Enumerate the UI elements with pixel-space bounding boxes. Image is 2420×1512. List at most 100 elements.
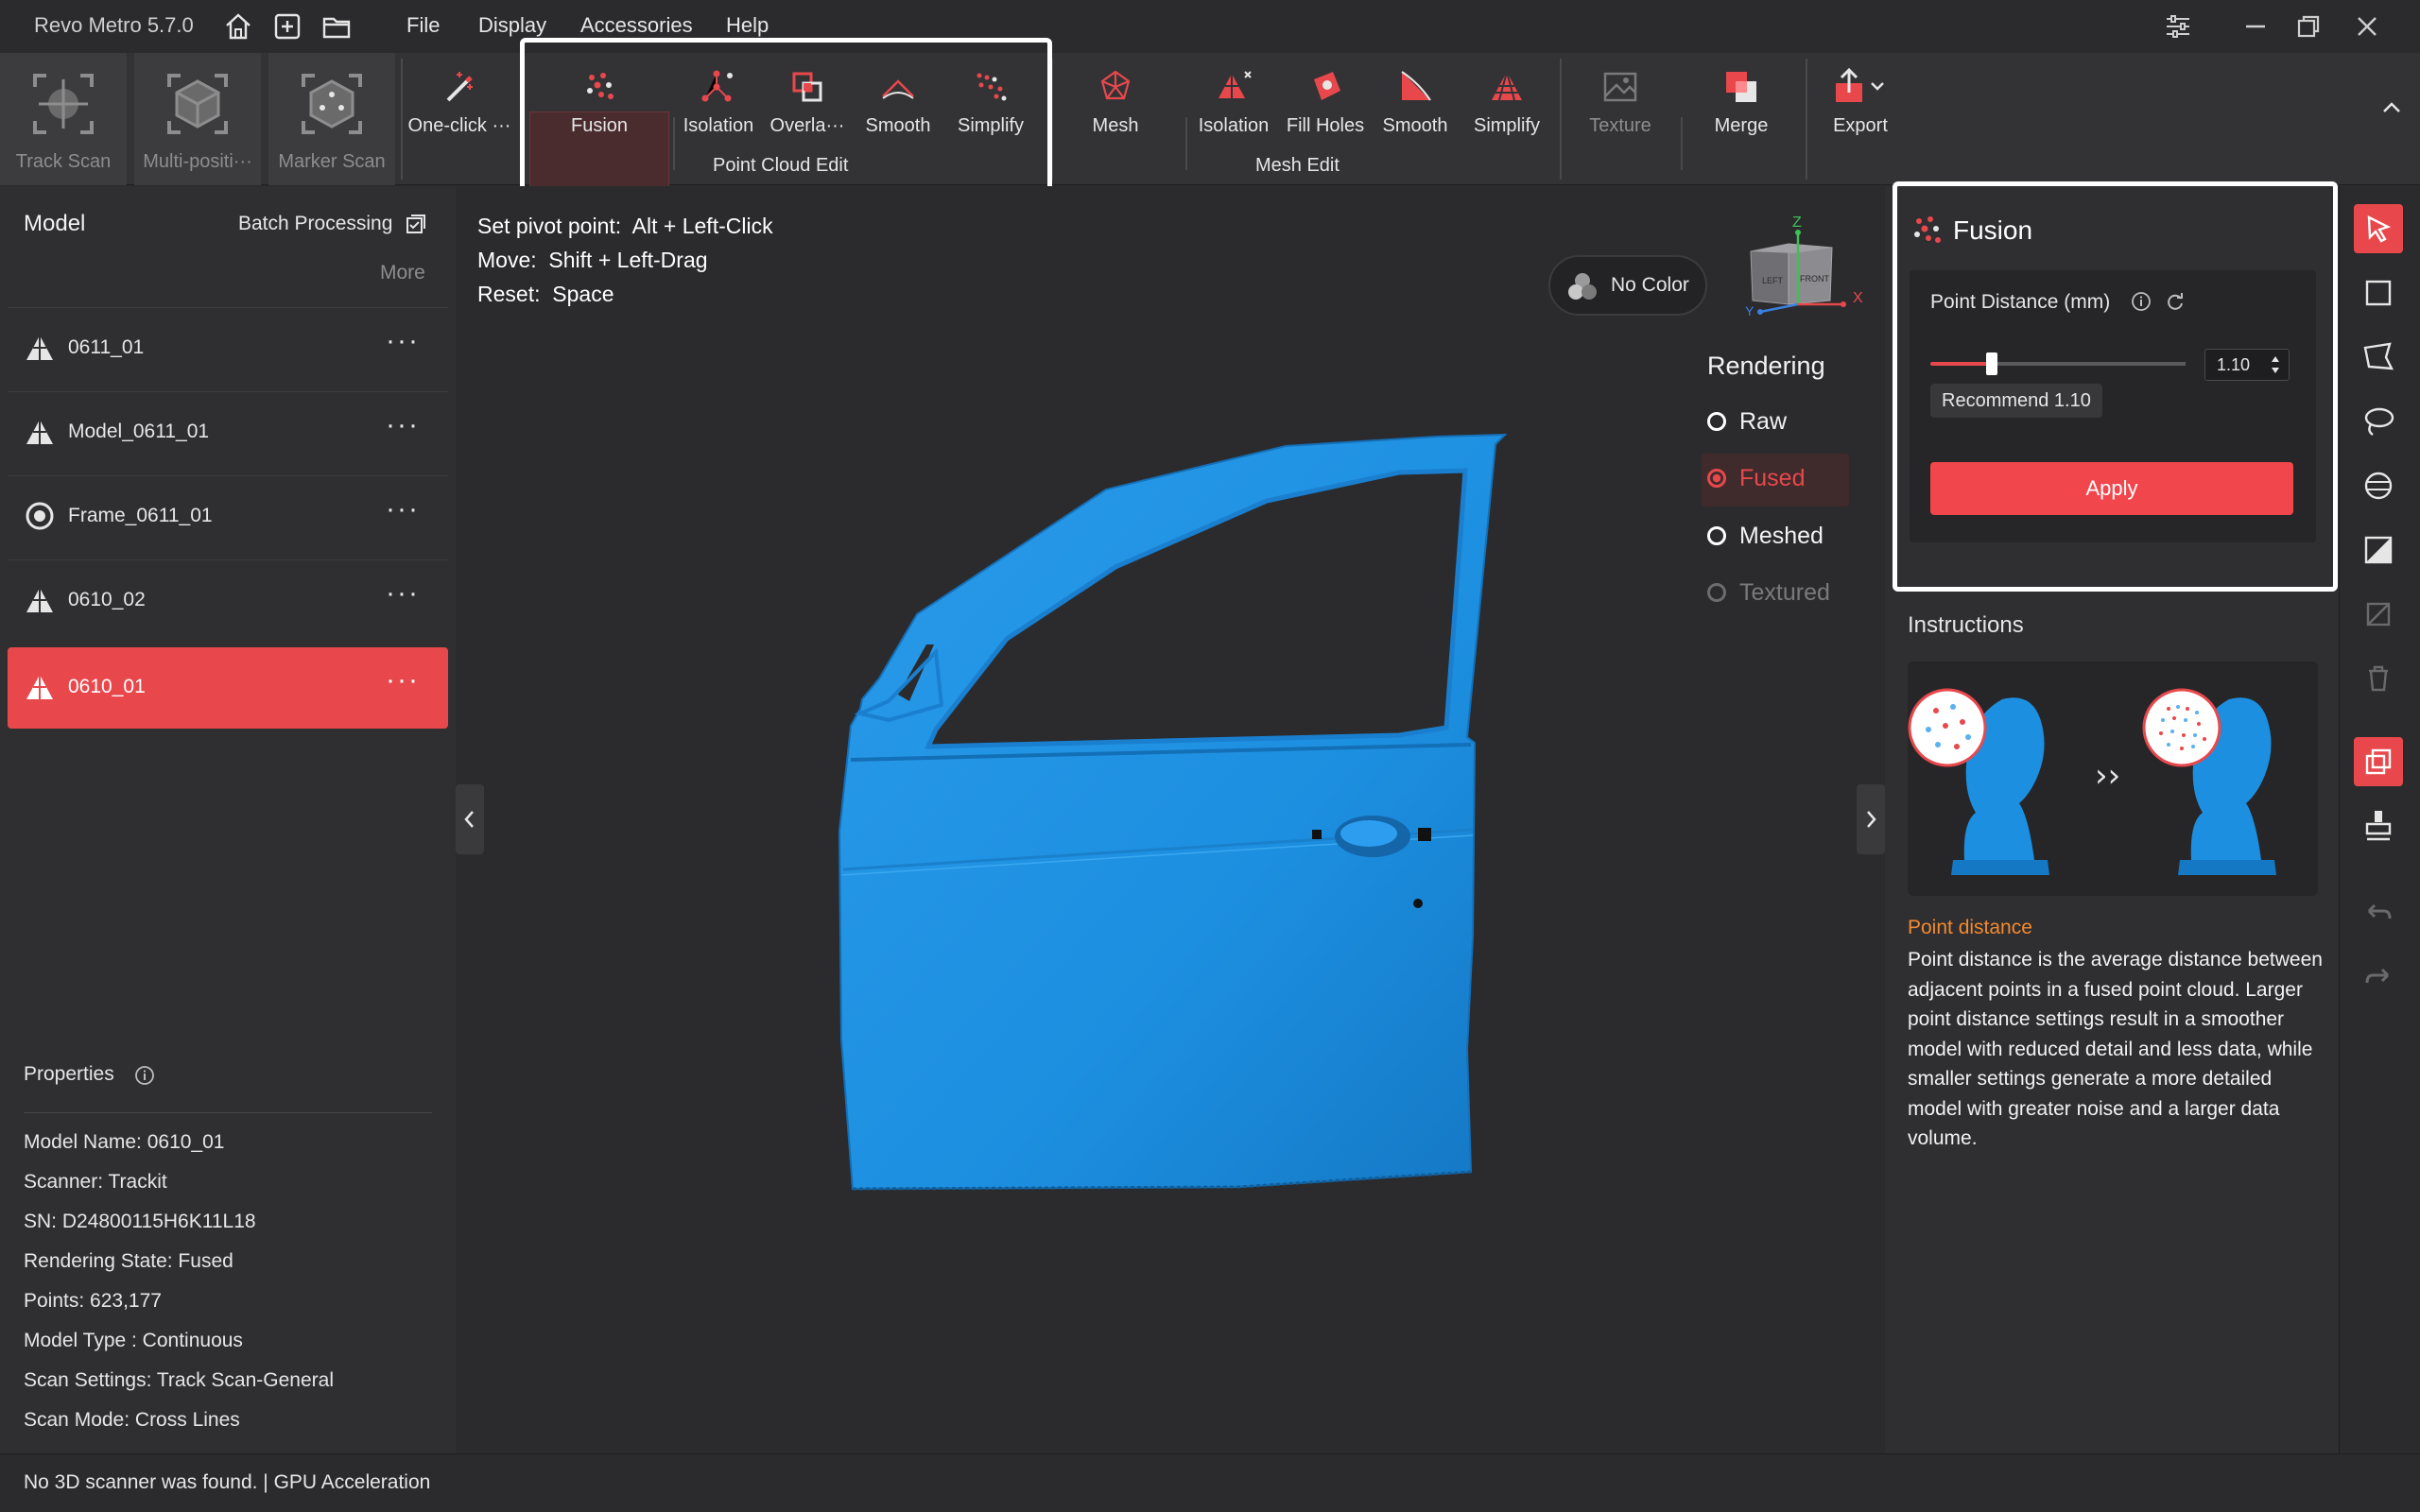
rendering-raw-option[interactable]: Raw	[1707, 397, 1849, 450]
rectangle-select-button[interactable]	[2354, 268, 2403, 318]
point-distance-value[interactable]: 1.10	[2217, 355, 2250, 375]
model-row-menu-button[interactable]: ···	[386, 664, 420, 696]
model-row-menu-button[interactable]: ···	[386, 577, 420, 610]
mesh-simplify-tool-button[interactable]: Simplify	[1461, 53, 1552, 185]
invert-select-button[interactable]	[2354, 525, 2403, 575]
home-icon[interactable]	[223, 11, 253, 42]
model-name: 0610_02	[68, 589, 146, 610]
merge-button[interactable]: Merge	[1696, 53, 1787, 185]
collapse-right-panel-button[interactable]	[1857, 784, 1885, 854]
new-project-icon[interactable]	[272, 11, 302, 42]
mesh-simplify-icon	[1492, 71, 1522, 101]
texture-label: Texture	[1589, 115, 1651, 136]
track-scan-button[interactable]: Track Scan	[0, 53, 127, 185]
brush-clean-icon	[2365, 811, 2392, 841]
rendering-fused-option[interactable]: Fused	[1702, 454, 1849, 507]
instructions-title: Instructions	[1908, 612, 2024, 638]
model-panel-title: Model	[24, 211, 86, 236]
hint-reset-key: Reset:	[477, 282, 541, 306]
magic-wand-icon	[446, 72, 473, 102]
batch-processing-button[interactable]: Batch Processing	[238, 213, 392, 235]
more-button[interactable]: More	[380, 262, 425, 284]
chevron-right-icon	[1867, 811, 1876, 828]
view-cube-front-face[interactable]: FRONT	[1800, 274, 1829, 284]
radio-dot[interactable]	[1707, 469, 1726, 488]
color-mode-button[interactable]: No Color	[1548, 255, 1707, 316]
mesh-button[interactable]: Mesh	[1070, 53, 1161, 185]
mesh-isolation-icon	[1219, 71, 1252, 98]
model-row-menu-button[interactable]: ···	[386, 493, 420, 525]
texture-image-icon	[1603, 72, 1637, 102]
one-click-button[interactable]: One-click ···	[403, 53, 516, 185]
select-pointer-button[interactable]	[2354, 204, 2403, 253]
rendering-meshed-option[interactable]: Meshed	[1707, 511, 1849, 564]
copy-selection-button[interactable]	[2354, 737, 2403, 786]
model-row-0611-01[interactable]: 0611_01 ···	[8, 307, 448, 388]
fill-holes-icon	[1314, 72, 1340, 100]
model-row-0610-01[interactable]: 0610_01 ···	[8, 647, 448, 729]
apply-button[interactable]: Apply	[1930, 462, 2293, 515]
model-row-0610-02[interactable]: 0610_02 ···	[8, 559, 448, 641]
rendering-meshed-label: Meshed	[1739, 523, 1824, 549]
radio-dot[interactable]	[1707, 412, 1726, 431]
info-icon[interactable]	[2131, 291, 2152, 312]
view-cube-left-face[interactable]: LEFT	[1762, 276, 1784, 285]
settings-sliders-icon[interactable]	[2161, 9, 2195, 43]
radio-dot[interactable]	[1707, 526, 1726, 545]
axis-x-label: X	[1853, 290, 1863, 306]
reset-refresh-icon[interactable]	[2165, 291, 2186, 312]
hint-reset: Reset: Space	[477, 282, 614, 307]
collapse-left-panel-button[interactable]	[456, 784, 484, 854]
title-bar: Revo Metro 5.7.0 File Display Accessorie…	[0, 0, 2420, 53]
toolbar: Track Scan Multi-positi··· Marker Scan O…	[0, 53, 2420, 198]
status-text: No 3D scanner was found. | GPU Accelerat…	[24, 1471, 431, 1493]
properties-title: Properties	[24, 1063, 114, 1085]
polygon-select-button[interactable]	[2354, 333, 2403, 382]
open-folder-icon[interactable]	[321, 11, 352, 42]
texture-button[interactable]: Texture	[1575, 53, 1666, 185]
model-name: Frame_0611_01	[68, 505, 213, 526]
model-panel: Model Batch Processing More 0611_01 ··· …	[0, 186, 456, 1453]
restore-icon[interactable]	[2291, 9, 2325, 43]
export-button[interactable]: Export	[1815, 53, 1906, 185]
minimize-icon[interactable]	[2238, 9, 2273, 43]
marker-scan-icon	[302, 74, 362, 134]
point-cloud-icon	[26, 588, 53, 612]
menu-file[interactable]: File	[406, 13, 440, 38]
mesh-isolation-tool-label: Isolation	[1198, 115, 1270, 136]
recommend-chip[interactable]: Recommend 1.10	[1930, 384, 2102, 418]
fill-holes-tool-label: Fill Holes	[1286, 115, 1365, 136]
recommend-label: Recommend 1.10	[1942, 390, 2091, 411]
model-row-menu-button[interactable]: ···	[386, 325, 420, 357]
point-distance-slider-thumb[interactable]	[1985, 352, 1997, 375]
rectangle-select-icon	[2365, 280, 2392, 306]
marker-scan-button[interactable]: Marker Scan	[268, 53, 395, 185]
collapse-toolbar-icon[interactable]	[2378, 94, 2405, 121]
mesh-smooth-tool-button[interactable]: Smooth	[1371, 53, 1460, 185]
model-row-menu-button[interactable]: ···	[386, 409, 420, 441]
point-distance-slider-rest[interactable]	[1991, 362, 2186, 366]
info-icon[interactable]	[134, 1065, 155, 1086]
car-door-model[interactable]	[794, 425, 1512, 1200]
menu-help[interactable]: Help	[726, 13, 769, 38]
rendering-title: Rendering	[1707, 352, 1825, 380]
hint-move: Move: Shift + Left-Drag	[477, 248, 708, 273]
model-row-model-0611-01[interactable]: Model_0611_01 ···	[8, 391, 448, 472]
pointer-select-icon	[2367, 215, 2392, 243]
view-cube[interactable]: LEFT FRONT Z X Y	[1732, 210, 1864, 323]
rendering-textured-option: Textured	[1707, 568, 1849, 621]
lasso-select-button[interactable]	[2354, 397, 2403, 446]
point-distance-input[interactable]: 1.10	[2204, 349, 2290, 381]
track-scan-label: Track Scan	[15, 151, 112, 172]
through-select-button[interactable]	[2354, 461, 2403, 510]
menu-display[interactable]: Display	[478, 13, 546, 38]
spinner-arrows-icon[interactable]	[2270, 352, 2281, 378]
clean-button[interactable]	[2354, 801, 2403, 850]
menu-accessories[interactable]: Accessories	[580, 13, 693, 38]
close-icon[interactable]	[2350, 9, 2384, 43]
invert-selection-icon	[2364, 536, 2393, 564]
batch-processing-icon[interactable]	[405, 213, 427, 235]
axis-y-label: Y	[1745, 303, 1754, 318]
model-row-frame-0611-01[interactable]: Frame_0611_01 ···	[8, 475, 448, 557]
multi-position-scan-button[interactable]: Multi-positi···	[134, 53, 261, 185]
